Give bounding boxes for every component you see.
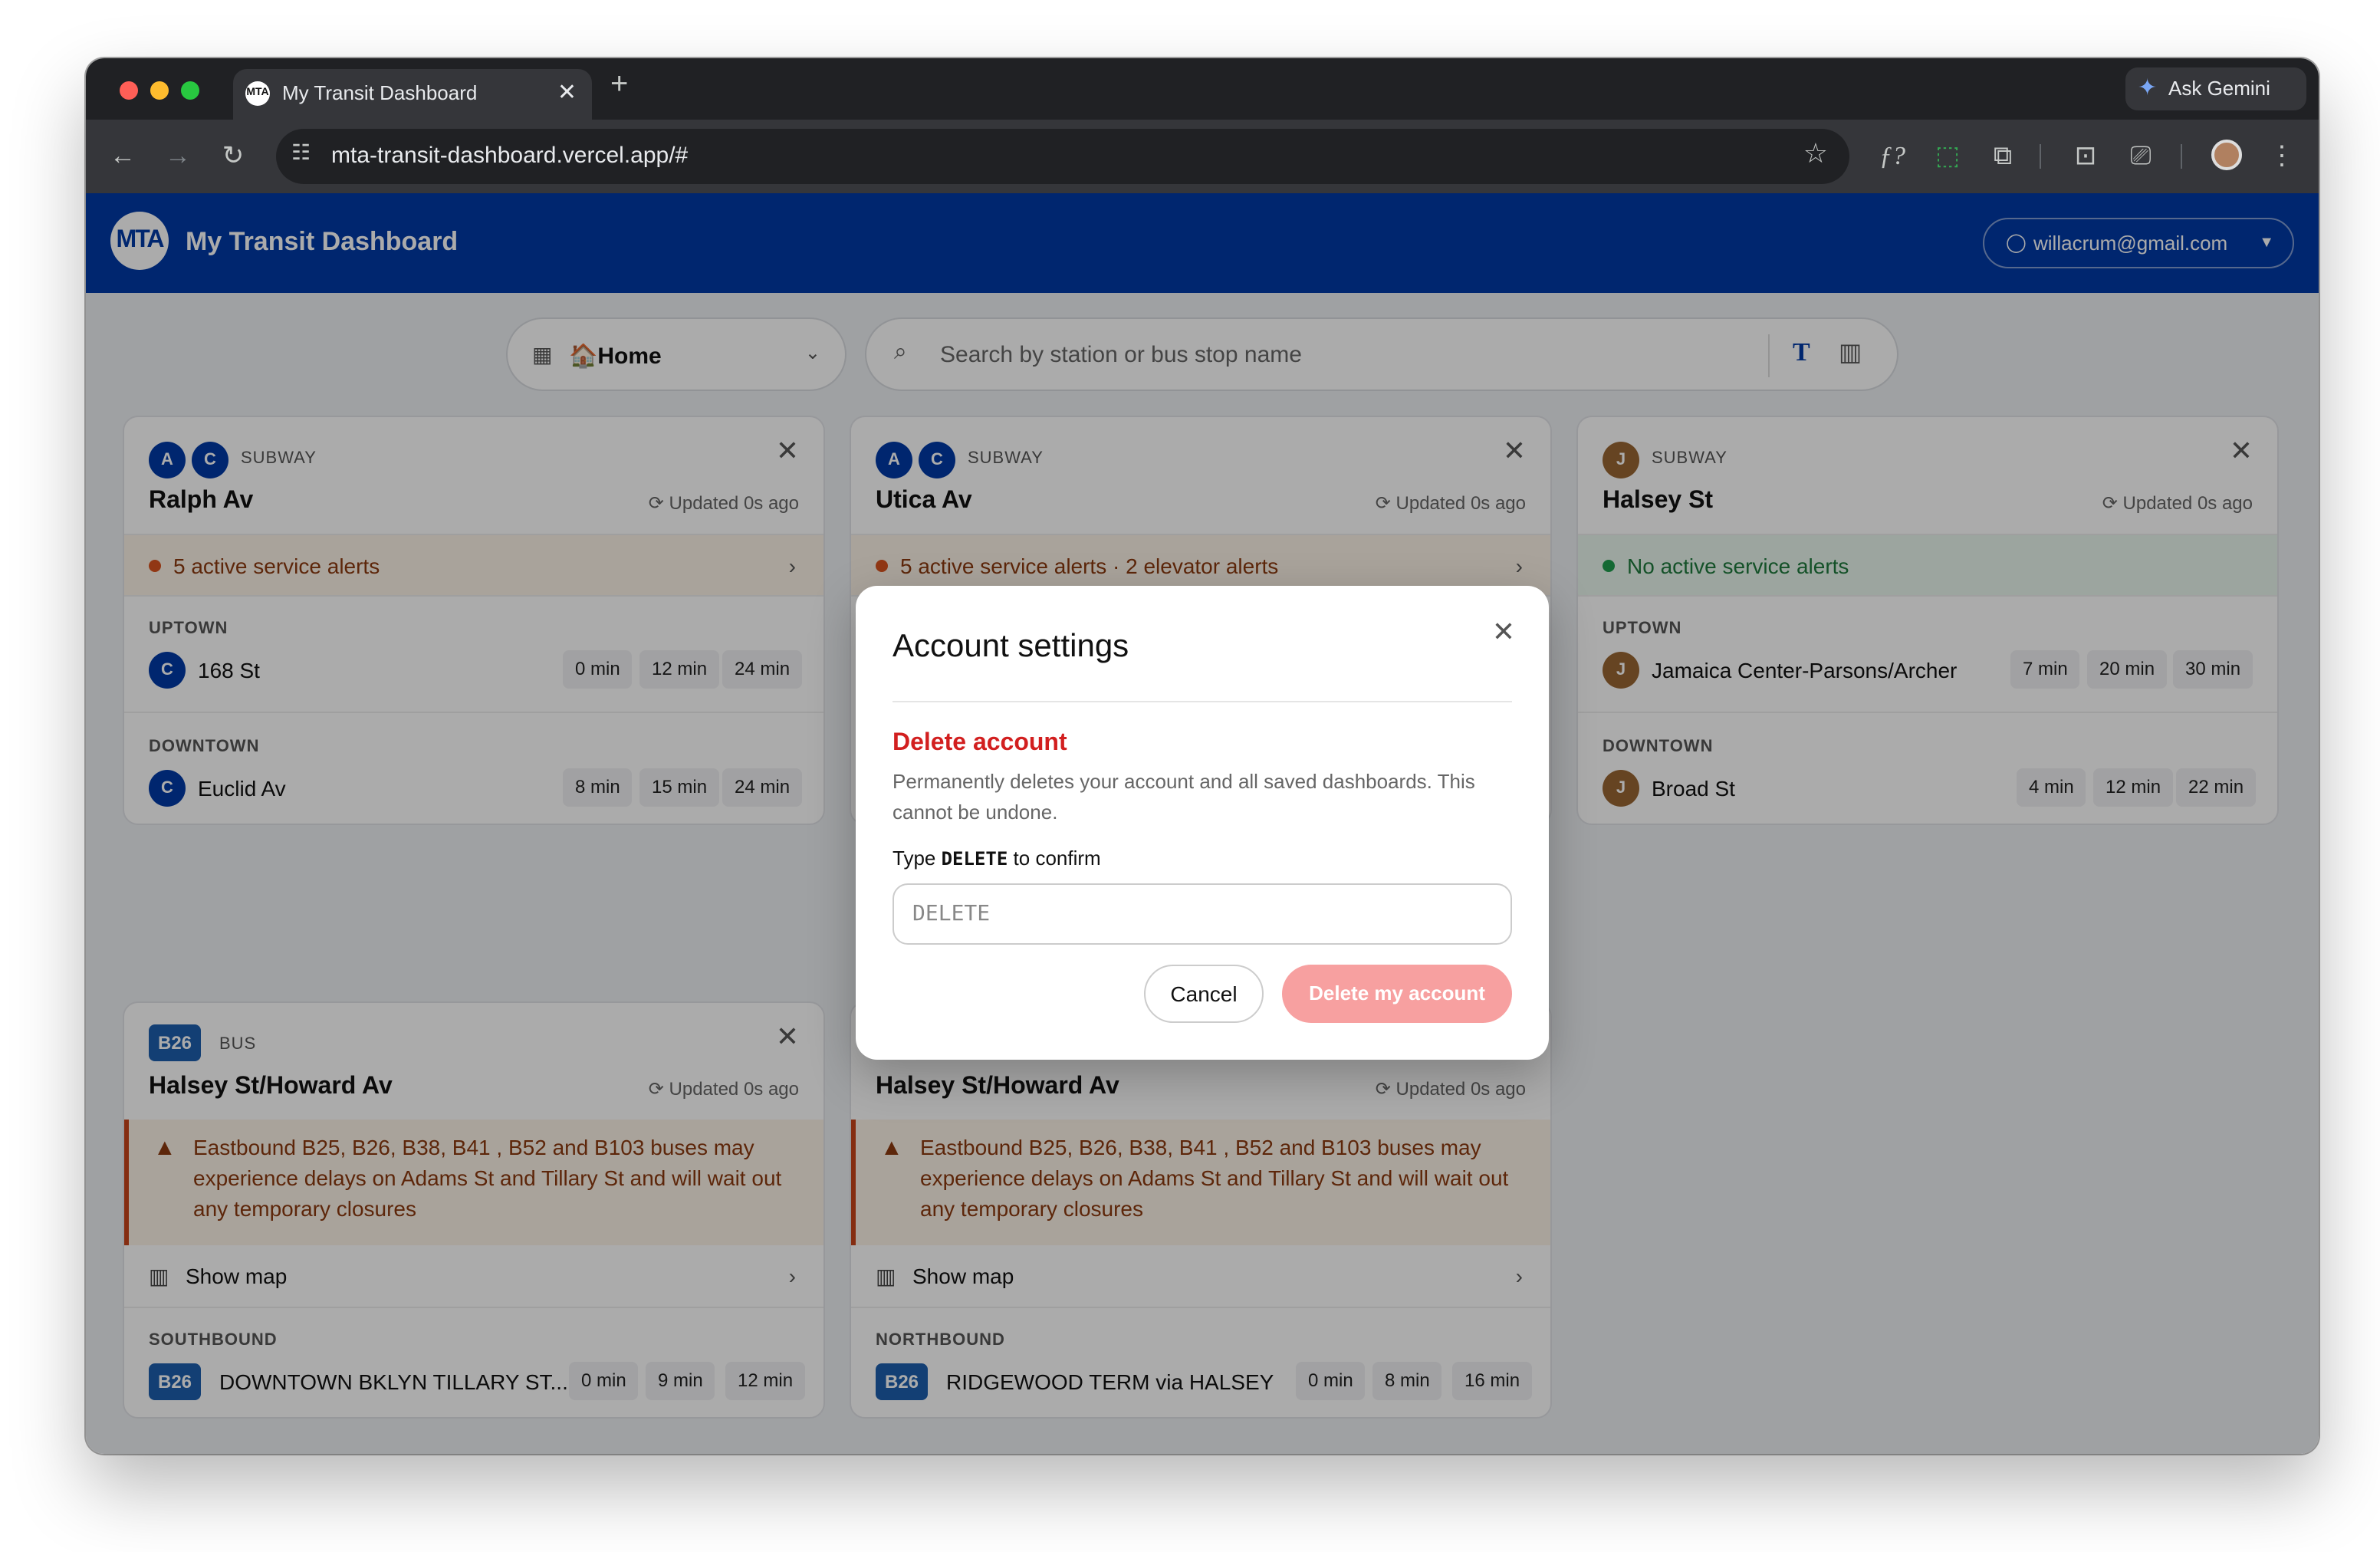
cancel-button[interactable]: Cancel bbox=[1144, 965, 1264, 1023]
browser-toolbar: ← → ↻ ☷ mta-transit-dashboard.vercel.app… bbox=[86, 120, 2319, 193]
toolbar-divider bbox=[2040, 144, 2041, 169]
browser-menu-icon[interactable]: ⋮ bbox=[2263, 138, 2300, 175]
reload-icon[interactable]: ↻ bbox=[215, 138, 251, 175]
dialog-divider bbox=[893, 701, 1512, 702]
url-text: mta-transit-dashboard.vercel.app/# bbox=[331, 143, 689, 169]
ask-gemini-label: Ask Gemini bbox=[2168, 77, 2270, 100]
toolbar-divider bbox=[2181, 144, 2182, 169]
cast-icon[interactable]: ⎚ bbox=[2122, 138, 2159, 175]
browser-window: MTA My Transit Dashboard ✕ + ✦ Ask Gemin… bbox=[86, 58, 2319, 1454]
tab-bar: MTA My Transit Dashboard ✕ + ✦ Ask Gemin… bbox=[86, 58, 2319, 120]
back-icon[interactable]: ← bbox=[104, 138, 141, 175]
address-bar[interactable]: ☷ mta-transit-dashboard.vercel.app/# ☆ bbox=[276, 129, 1849, 184]
minimize-window-button[interactable] bbox=[150, 81, 169, 100]
delete-confirm-input[interactable] bbox=[893, 883, 1512, 945]
favicon-icon: MTA bbox=[245, 81, 270, 106]
tab-search-icon[interactable]: ⊡ bbox=[2067, 138, 2104, 175]
close-dialog-icon[interactable]: ✕ bbox=[1492, 617, 1515, 649]
account-settings-dialog: Account settings ✕ Delete account Perman… bbox=[856, 586, 1549, 1060]
screenshot-extension-icon[interactable]: ⬚ bbox=[1929, 138, 1966, 175]
profile-avatar[interactable] bbox=[2211, 140, 2242, 170]
dialog-title: Account settings bbox=[893, 629, 1129, 664]
gemini-sparkle-icon: ✦ bbox=[2138, 75, 2158, 101]
confirm-prefix: Type bbox=[893, 847, 942, 870]
maximize-window-button[interactable] bbox=[181, 81, 199, 100]
extensions-puzzle-icon[interactable]: ⧉ bbox=[1984, 138, 2021, 175]
forward-icon[interactable]: → bbox=[159, 138, 196, 175]
site-settings-icon[interactable]: ☷ bbox=[291, 140, 311, 166]
function-extension-icon[interactable]: ƒ? bbox=[1874, 138, 1911, 175]
ask-gemini-button[interactable]: ✦ Ask Gemini bbox=[2125, 67, 2306, 110]
confirm-word: DELETE bbox=[941, 848, 1008, 870]
tab-title: My Transit Dashboard bbox=[282, 81, 478, 104]
delete-account-heading: Delete account bbox=[893, 730, 1067, 756]
delete-account-button[interactable]: Delete my account bbox=[1282, 965, 1512, 1023]
delete-account-description: Permanently deletes your account and all… bbox=[893, 770, 1475, 824]
confirm-suffix: to confirm bbox=[1008, 847, 1101, 870]
close-window-button[interactable] bbox=[120, 81, 138, 100]
new-tab-button[interactable]: + bbox=[610, 67, 628, 103]
browser-tab[interactable]: MTA My Transit Dashboard ✕ bbox=[233, 69, 592, 120]
confirm-label: Type DELETE to confirm bbox=[893, 847, 1101, 870]
bookmark-star-icon[interactable]: ☆ bbox=[1803, 138, 1828, 170]
close-tab-icon[interactable]: ✕ bbox=[557, 78, 577, 106]
